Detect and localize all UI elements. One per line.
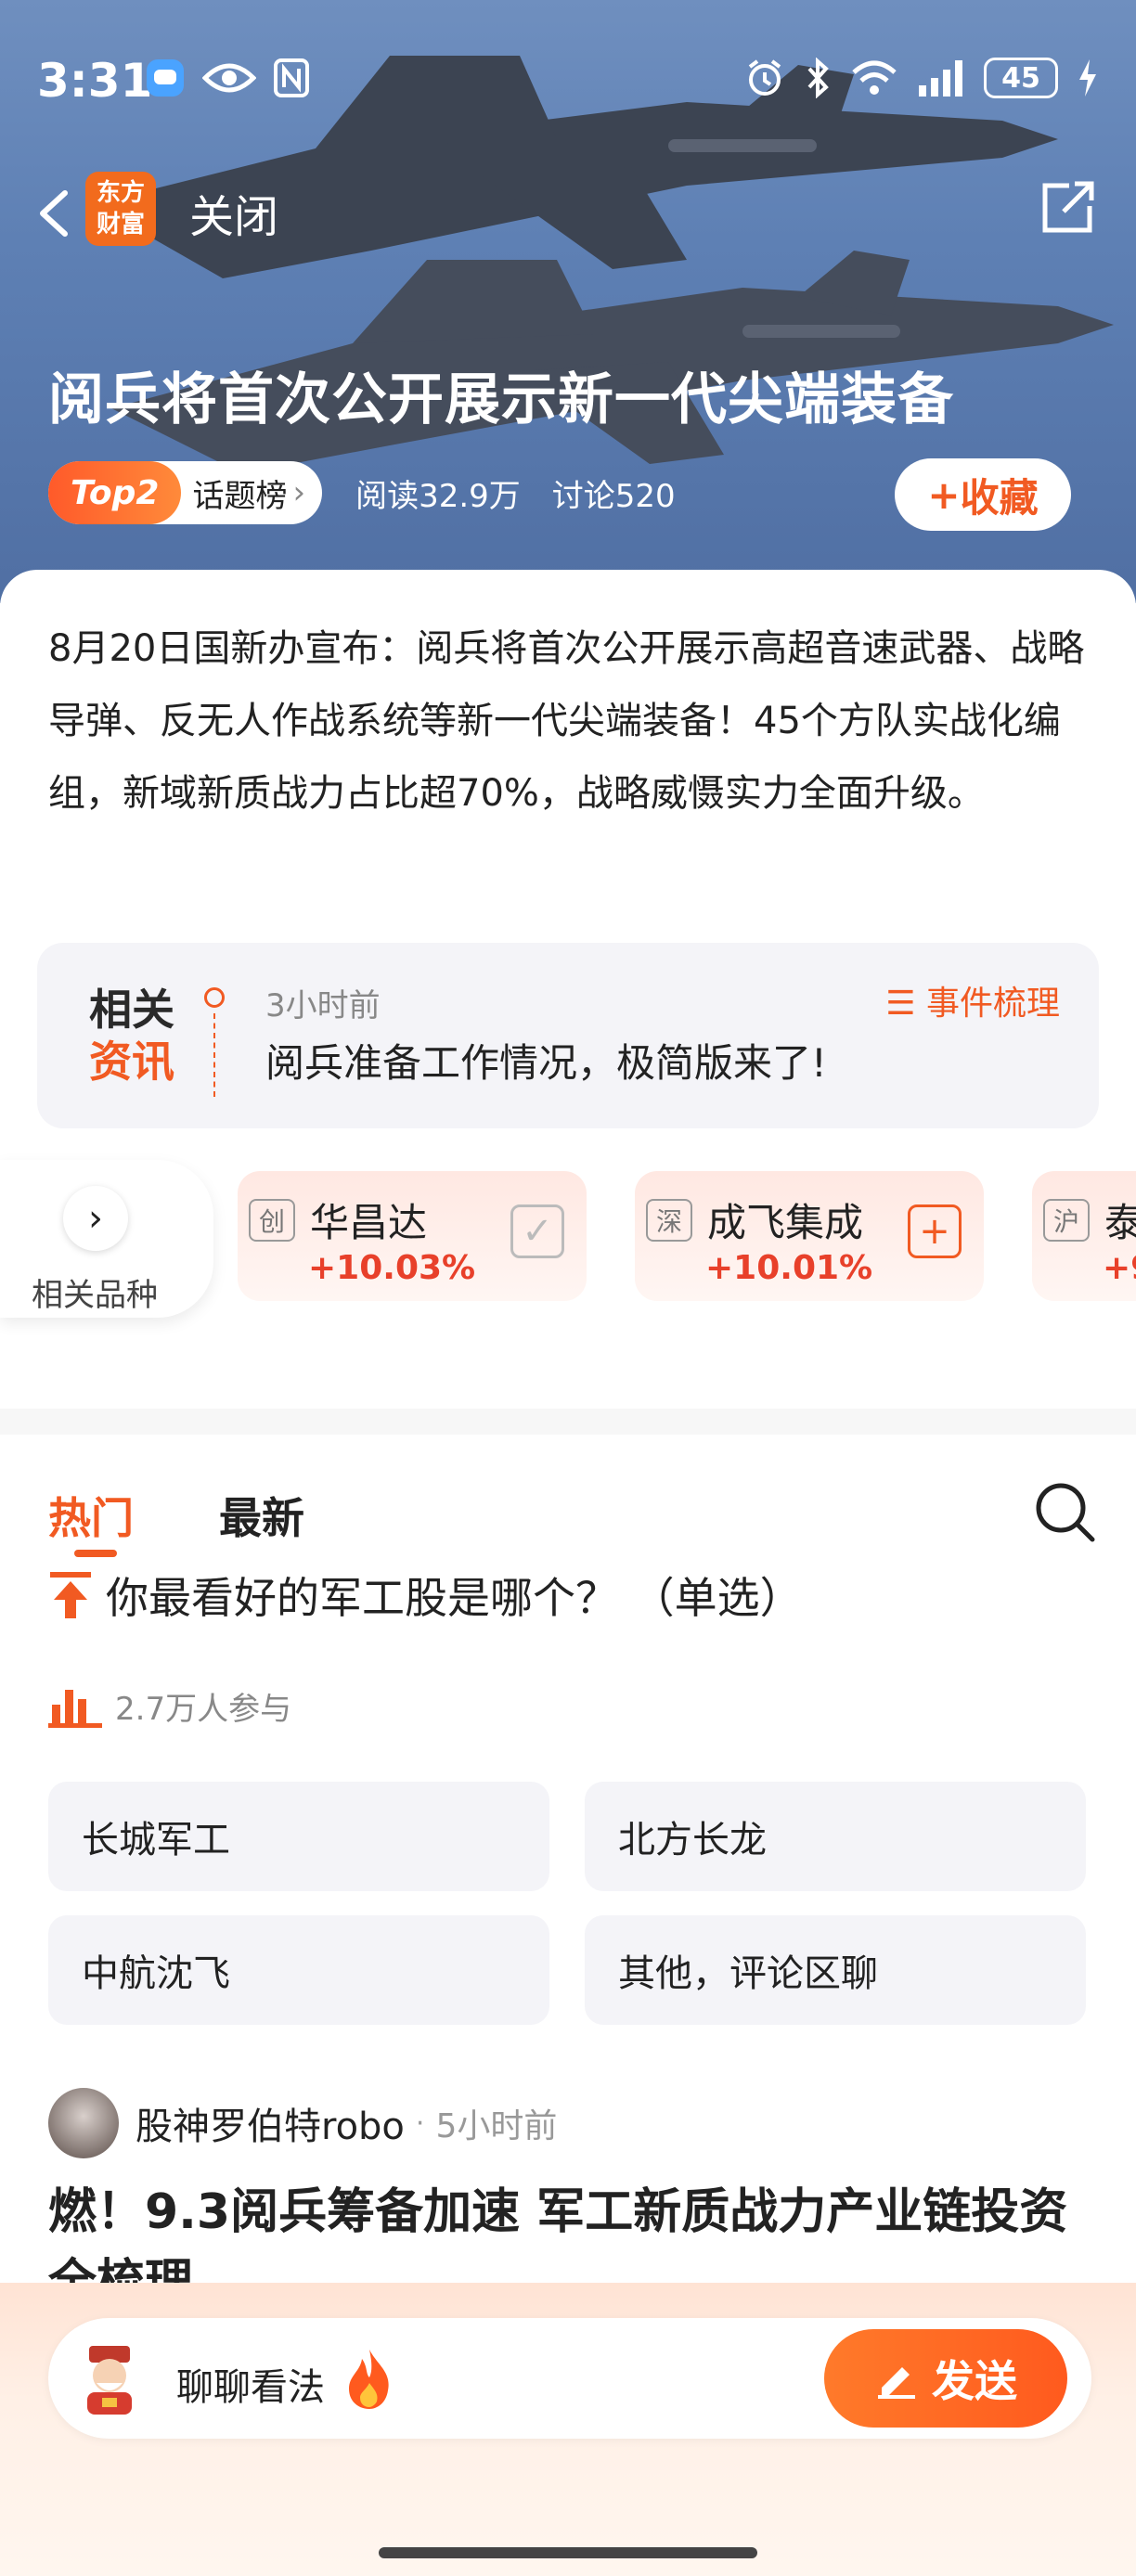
hero-banner: 3:31 45 东方 财富 关闭 阅兵将首次公开展示新一代尖端装备 Top2 话… (0, 0, 1136, 603)
battery-indicator: 45 (984, 58, 1058, 98)
bar-chart-icon (48, 1689, 102, 1728)
close-button[interactable]: 关闭 (189, 180, 278, 245)
poll-option[interactable]: 中航沈飞 (48, 1915, 549, 2025)
poll-option[interactable]: 其他，评论区聊 (585, 1915, 1086, 2025)
topic-title: 阅兵将首次公开展示新一代尖端装备 (48, 367, 954, 432)
charging-icon (1079, 59, 1096, 97)
post-time: 5小时前 (435, 2107, 558, 2145)
send-label: 发送 (932, 2356, 1017, 2406)
poll-question: 你最看好的军工股是哪个？ （单选） (48, 1565, 803, 1626)
eye-icon (202, 63, 256, 93)
status-bar: 3:31 45 (0, 0, 1136, 167)
related-news-headline[interactable]: 阅兵准备工作情况，极简版来了! (265, 1032, 827, 1088)
back-arrow-icon[interactable] (28, 186, 84, 241)
rank-badge: Top2 (48, 461, 182, 524)
stock-name: 泰 (1104, 1200, 1136, 1245)
related-news-time: 3小时前 (265, 987, 381, 1024)
logo-line1: 东方 (96, 179, 145, 207)
related-stocks-row: 创 华昌达 +10.03% ✓ 深 成飞集成 +10.01% + 沪 泰 +9 … (0, 1160, 1136, 1318)
author-name[interactable]: 股神罗伯特robo (136, 2096, 405, 2150)
fire-icon (349, 2350, 389, 2409)
tab-hot[interactable]: 热门 (48, 1485, 134, 1546)
app-logo: 东方 财富 (85, 172, 156, 246)
stock-name: 华昌达 (310, 1200, 428, 1245)
event-timeline-label: 事件梳理 (925, 985, 1060, 1023)
poll-question-text: 你最看好的军工股是哪个？ （单选） (106, 1573, 803, 1623)
collect-button[interactable]: + 收藏 (895, 458, 1071, 531)
feed-tabs: 热门 最新 (0, 1448, 1136, 1559)
separator-dot: · (415, 2106, 425, 2140)
pencil-icon (878, 2367, 915, 2399)
discussion-count: 讨论520 (551, 477, 676, 515)
mascot-icon (87, 2346, 132, 2415)
tab-latest[interactable]: 最新 (219, 1485, 304, 1546)
poll-option[interactable]: 长城军工 (48, 1782, 549, 1891)
add-watchlist-icon[interactable]: + (908, 1204, 962, 1258)
exchange-badge: 沪 (1043, 1199, 1090, 1242)
exchange-badge: 创 (249, 1199, 295, 1242)
topic-description: 8月20日国新办宣布：阅兵将首次公开展示高超音速武器、战略导弹、反无人作战系统等… (48, 627, 1085, 815)
event-timeline-link[interactable]: ☰ 事件梳理 (885, 976, 1060, 1024)
list-icon: ☰ (885, 985, 916, 1023)
stock-card[interactable]: 创 华昌达 +10.03% ✓ (238, 1171, 587, 1301)
related-stocks-label: 相关品种 (32, 1277, 158, 1314)
stock-card[interactable]: 沪 泰 +9 (1032, 1171, 1136, 1301)
related-news-tag: 相关 资讯 (89, 984, 174, 1088)
section-divider (0, 1409, 1136, 1435)
nfc-icon (274, 58, 309, 97)
related-stocks-more[interactable]: › 相关品种 (0, 1160, 213, 1318)
share-icon[interactable] (1038, 176, 1099, 238)
related-news-card[interactable]: 相关 资讯 3小时前 阅兵准备工作情况，极简版来了! ☰ 事件梳理 (37, 943, 1099, 1128)
send-button[interactable]: 发送 (824, 2329, 1067, 2428)
read-count: 阅读32.9万 (355, 477, 521, 515)
chevron-right-icon[interactable]: › (63, 1186, 128, 1251)
active-tab-indicator (74, 1550, 117, 1557)
logo-line2: 财富 (96, 211, 145, 238)
signal-icon (919, 60, 962, 97)
stock-change: +10.01% (705, 1249, 873, 1287)
timeline-line (213, 1013, 215, 1097)
poll-participants-text: 2.7万人参与 (115, 1691, 292, 1728)
status-time: 3:31 (37, 54, 153, 108)
top-bar: 东方 财富 关闭 (0, 167, 1136, 260)
timeline-dot (204, 987, 225, 1008)
comment-input[interactable]: 聊聊看法 发送 (48, 2318, 1091, 2439)
comment-placeholder: 聊聊看法 (176, 2366, 325, 2409)
top-arrow-icon (50, 1572, 91, 1618)
avatar[interactable] (48, 2088, 119, 2158)
collect-label: 收藏 (960, 474, 1039, 521)
related-tag-line2: 资讯 (89, 1037, 174, 1087)
exchange-badge: 深 (646, 1199, 692, 1242)
topic-rank-pill[interactable]: Top2 话题榜 › (48, 461, 323, 524)
stock-name: 成飞集成 (707, 1200, 864, 1245)
alarm-icon (748, 59, 781, 96)
wifi-icon (852, 60, 897, 95)
bluetooth-icon (807, 58, 829, 98)
chat-app-icon (147, 59, 184, 97)
check-icon[interactable]: ✓ (510, 1204, 564, 1258)
topic-meta: Top2 话题榜 › 阅读32.9万 讨论520 (48, 458, 676, 527)
stock-change: +10.03% (308, 1249, 476, 1287)
post-header: 股神罗伯特robo · 5小时前 (48, 2088, 557, 2158)
stock-card[interactable]: 深 成飞集成 +10.01% + (635, 1171, 984, 1301)
home-indicator[interactable] (379, 2547, 757, 2558)
related-tag-line1: 相关 (89, 985, 174, 1035)
chevron-right-icon: › (292, 474, 306, 511)
stock-change: +9 (1103, 1249, 1136, 1287)
poll-participants: 2.7万人参与 (48, 1683, 291, 1729)
poll-option[interactable]: 北方长龙 (585, 1782, 1086, 1891)
plus-icon: + (927, 471, 961, 518)
search-icon[interactable] (1030, 1477, 1099, 1546)
topic-list-label: 话题榜 (192, 477, 288, 515)
comment-bar-area: 聊聊看法 发送 (0, 2283, 1136, 2576)
